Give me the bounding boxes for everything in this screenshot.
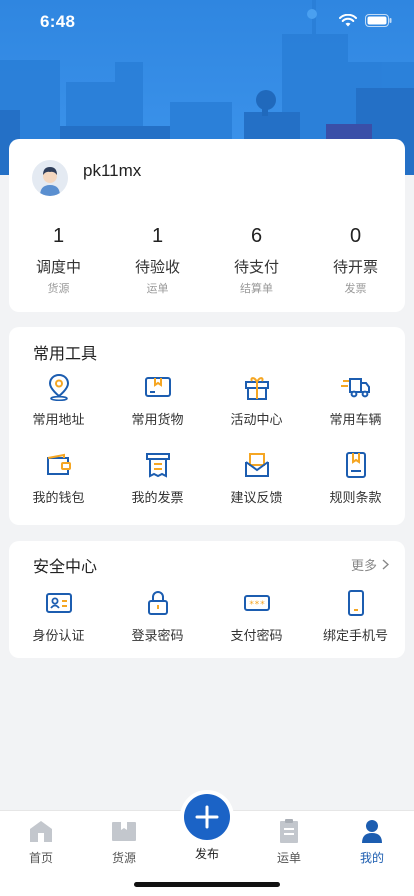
stat-pending-acceptance[interactable]: 1 待验收 运单 bbox=[108, 225, 207, 296]
tool-activity[interactable]: 活动中心 bbox=[207, 371, 306, 449]
security-label: 支付密码 bbox=[230, 629, 283, 644]
truck-icon bbox=[340, 378, 370, 398]
tab-label: 发布 bbox=[194, 847, 219, 861]
tool-address[interactable]: 常用地址 bbox=[9, 371, 108, 449]
tool-feedback[interactable]: 建议反馈 bbox=[207, 449, 306, 527]
stat-sub: 货源 bbox=[47, 282, 70, 295]
username[interactable]: pk11mx bbox=[83, 161, 141, 181]
tab-label: 首页 bbox=[28, 851, 53, 865]
stat-value: 1 bbox=[52, 225, 65, 247]
tab-home[interactable]: 首页 bbox=[11, 817, 71, 866]
status-icons bbox=[339, 14, 392, 27]
battery-icon bbox=[365, 14, 392, 27]
chevron-right-icon bbox=[382, 559, 389, 570]
stat-sub: 结算单 bbox=[240, 282, 273, 295]
id-card-icon bbox=[45, 593, 72, 613]
tool-label: 常用地址 bbox=[32, 413, 85, 428]
security-login-password[interactable]: 登录密码 bbox=[108, 587, 207, 665]
tool-label: 我的钱包 bbox=[32, 491, 85, 506]
tools-card: 常用工具 常用地址 常用货物 活动中心 常用车辆 我的钱包 我的发票 建议反馈 … bbox=[9, 327, 405, 525]
location-pin-icon bbox=[48, 373, 69, 401]
phone-icon bbox=[347, 590, 364, 616]
stat-sub: 发票 bbox=[344, 282, 367, 295]
tool-rules[interactable]: 规则条款 bbox=[306, 449, 405, 527]
lock-icon bbox=[147, 591, 168, 615]
security-bind-phone[interactable]: 绑定手机号 bbox=[306, 587, 405, 665]
wifi-icon bbox=[339, 14, 357, 27]
tab-label: 运单 bbox=[276, 851, 301, 865]
publish-button[interactable] bbox=[184, 794, 230, 840]
wallet-icon bbox=[46, 453, 71, 475]
tool-goods[interactable]: 常用货物 bbox=[108, 371, 207, 449]
package-icon bbox=[144, 377, 171, 397]
tab-publish[interactable]: 发布 bbox=[177, 841, 237, 862]
tool-label: 常用车辆 bbox=[329, 413, 382, 428]
stat-dispatching[interactable]: 1 调度中 货源 bbox=[9, 225, 108, 296]
tool-wallet[interactable]: 我的钱包 bbox=[9, 449, 108, 527]
svg-text:***: *** bbox=[248, 600, 264, 610]
stats-row: 1 调度中 货源 1 待验收 运单 6 待支付 结算单 0 待开票 发票 bbox=[9, 225, 405, 296]
security-title: 安全中心 bbox=[33, 557, 98, 576]
tab-label: 货源 bbox=[111, 851, 136, 865]
security-pay-password[interactable]: *** 支付密码 bbox=[207, 587, 306, 665]
security-card: 安全中心 更多 身份认证 登录密码 *** 支付密码 绑定手机号 bbox=[9, 541, 405, 658]
security-grid: 身份认证 登录密码 *** 支付密码 绑定手机号 bbox=[9, 587, 405, 665]
tool-label: 建议反馈 bbox=[230, 491, 283, 506]
invoice-icon bbox=[145, 453, 170, 478]
bookmark-doc-icon bbox=[345, 452, 366, 478]
stat-value: 6 bbox=[250, 225, 263, 247]
cargo-icon bbox=[112, 822, 136, 841]
tool-invoice[interactable]: 我的发票 bbox=[108, 449, 207, 527]
tool-label: 规则条款 bbox=[329, 491, 382, 506]
person-icon bbox=[362, 820, 382, 843]
stat-value: 0 bbox=[349, 225, 362, 247]
tools-title: 常用工具 bbox=[33, 344, 98, 363]
security-label: 登录密码 bbox=[131, 629, 184, 644]
stat-pending-invoice[interactable]: 0 待开票 发票 bbox=[306, 225, 405, 296]
avatar[interactable] bbox=[32, 160, 68, 196]
security-label: 身份认证 bbox=[32, 629, 85, 644]
plus-icon bbox=[195, 805, 219, 829]
tool-vehicles[interactable]: 常用车辆 bbox=[306, 371, 405, 449]
stat-pending-payment[interactable]: 6 待支付 结算单 bbox=[207, 225, 306, 296]
stat-sub: 运单 bbox=[146, 282, 169, 295]
stat-label: 待开票 bbox=[332, 258, 378, 276]
tools-grid: 常用地址 常用货物 活动中心 常用车辆 我的钱包 我的发票 建议反馈 规则条款 bbox=[9, 371, 405, 527]
home-indicator bbox=[134, 882, 280, 887]
tab-label: 我的 bbox=[359, 851, 384, 865]
stat-label: 待支付 bbox=[233, 258, 279, 276]
stat-label: 待验收 bbox=[134, 258, 180, 276]
more-link[interactable]: 更多 bbox=[351, 555, 389, 574]
gift-icon bbox=[244, 377, 269, 400]
security-identity[interactable]: 身份认证 bbox=[9, 587, 108, 665]
tool-label: 我的发票 bbox=[131, 491, 184, 506]
more-label: 更多 bbox=[350, 559, 377, 574]
security-label: 绑定手机号 bbox=[322, 629, 388, 644]
envelope-icon bbox=[244, 453, 269, 477]
status-time: 6:48 bbox=[40, 12, 76, 31]
profile-card: pk11mx 1 调度中 货源 1 待验收 运单 6 待支付 结算单 0 待开票… bbox=[9, 139, 405, 312]
stat-value: 1 bbox=[151, 225, 164, 247]
clipboard-icon bbox=[280, 819, 298, 843]
home-icon bbox=[30, 821, 52, 842]
tool-label: 活动中心 bbox=[230, 413, 283, 428]
tab-waybill[interactable]: 运单 bbox=[259, 817, 319, 866]
tab-mine[interactable]: 我的 bbox=[342, 817, 402, 866]
tool-label: 常用货物 bbox=[131, 413, 184, 428]
tab-cargo[interactable]: 货源 bbox=[94, 817, 154, 866]
stat-label: 调度中 bbox=[35, 258, 81, 276]
status-bar: 6:48 bbox=[0, 0, 414, 44]
password-dots-icon: *** bbox=[243, 595, 270, 611]
